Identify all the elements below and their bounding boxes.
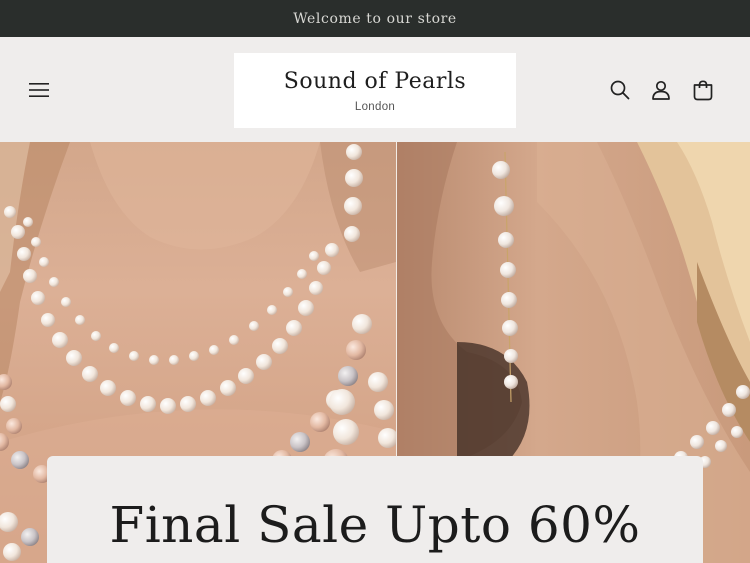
logo-name: Sound of Pearls [283,68,467,94]
menu-button[interactable] [26,77,52,103]
account-icon [652,80,670,100]
sale-banner: Final Sale Upto 60% [47,456,703,563]
logo-city: London [354,100,396,113]
hero-banner: Final Sale Upto 60% [0,142,750,563]
store-logo[interactable]: Sound of Pearls London [234,53,516,128]
account-button[interactable] [648,77,674,103]
announcement-bar: Welcome to our store [0,0,750,37]
search-icon [610,80,630,100]
search-button[interactable] [607,77,633,103]
cart-icon [693,79,713,100]
menu-icon [29,83,49,97]
cart-button[interactable] [690,77,716,103]
announcement-text: Welcome to our store [293,10,457,27]
sale-title: Final Sale Upto 60% [109,496,641,554]
site-header: Sound of Pearls London [0,37,750,142]
